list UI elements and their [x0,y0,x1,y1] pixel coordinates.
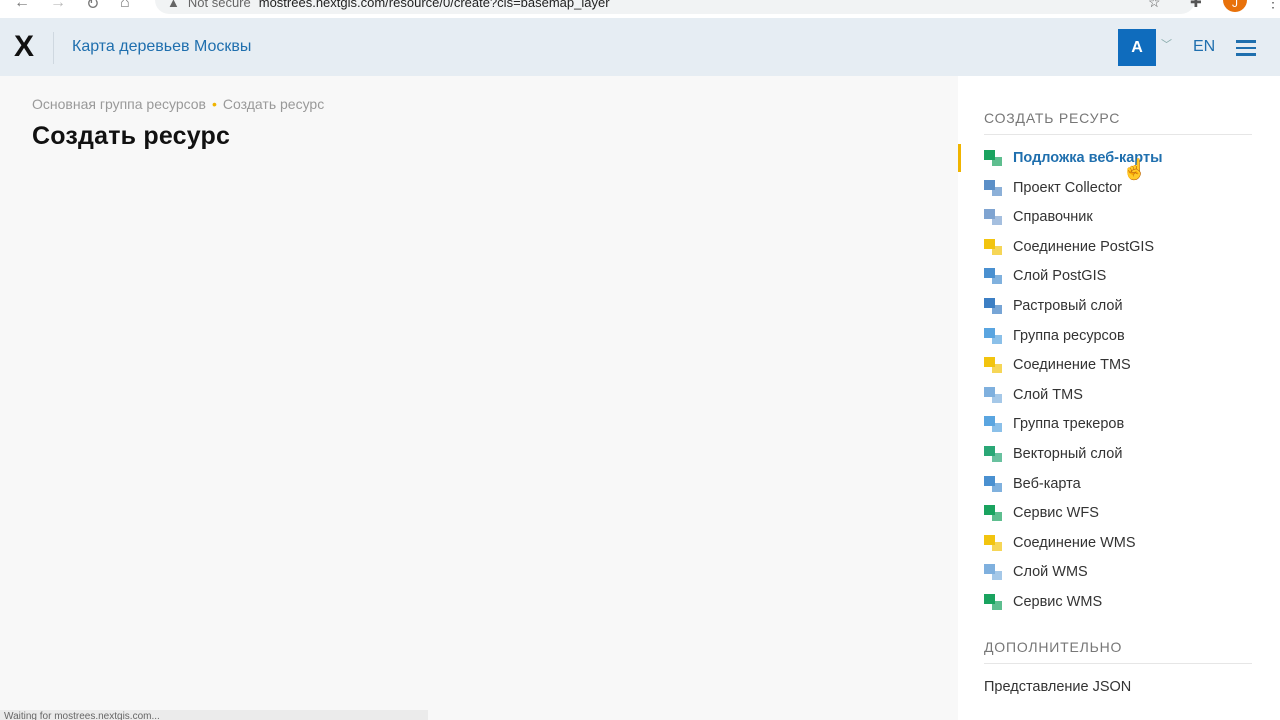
resource-type-label: Слой TMS [1013,386,1083,403]
forward-icon[interactable]: → [50,0,66,12]
tracker-group-icon [984,416,1002,433]
resource-type-item[interactable]: Соединение WMS [984,532,1136,554]
section-title-create: СОЗДАТЬ РЕСУРС [984,110,1252,135]
postgis-layer-icon [984,268,1002,285]
resource-type-item[interactable]: Растровый слой [984,295,1123,317]
resource-type-item[interactable]: Веб-карта [984,473,1081,495]
resource-type-label: Группа ресурсов [1013,327,1125,344]
resource-type-item[interactable]: Слой PostGIS [984,265,1106,287]
resource-type-item[interactable]: Сервис WMS [984,591,1102,613]
wfs-service-icon [984,505,1002,522]
wms-layer-icon [984,564,1002,581]
hamburger-menu-icon[interactable] [1236,40,1256,60]
language-switch[interactable]: EN [1193,38,1215,56]
postgis-connection-icon [984,238,1002,255]
browser-menu-icon[interactable]: ⋮ [1266,0,1280,11]
breadcrumb-current: Создать ресурс [222,96,325,112]
json-view-label: Представление JSON [984,679,1132,695]
breadcrumb: Основная группа ресурсов • Создать ресурс [32,96,324,112]
app-header: X Карта деревьев Москвы A ﹀ EN [0,18,1280,76]
reload-icon[interactable]: ↻ [86,0,99,14]
resource-type-item[interactable]: Сервис WFS [984,502,1099,524]
collector-icon [984,179,1002,196]
chevron-down-icon[interactable]: ﹀ [1161,36,1172,52]
resource-type-item[interactable]: Соединение TMS [984,354,1131,376]
resource-type-label: Веб-карта [1013,475,1081,492]
status-bar: Waiting for mostrees.nextgis.com... [0,710,428,720]
back-icon[interactable]: ← [14,0,30,12]
tms-layer-icon [984,386,1002,403]
browser-toolbar: ← → ↻ ⌂ ▲ Not secure mostrees.nextgis.co… [0,0,1280,18]
vector-layer-icon [984,446,1002,462]
profile-avatar[interactable]: J [1223,0,1247,12]
resource-type-label: Слой PostGIS [1013,268,1107,285]
resource-type-label: Сервис WMS [1013,594,1103,610]
address-bar[interactable]: ▲ Not secure mostrees.nextgis.com/resour… [155,0,1195,14]
resource-type-label: Сервис WFS [1013,505,1099,522]
wms-connection-icon [984,534,1002,551]
resource-type-item[interactable]: Слой WMS [984,561,1088,583]
resource-type-label: Векторный слой [1013,446,1123,462]
resource-type-item[interactable]: Группа ресурсов [984,325,1125,347]
security-label: Not secure [187,0,251,10]
resource-type-label: Соединение WMS [1013,534,1136,551]
lookup-table-icon [984,209,1002,226]
section-title-extra: ДОПОЛНИТЕЛЬНО [984,639,1252,664]
folder-icon [984,327,1002,344]
create-resource-sidebar: СОЗДАТЬ РЕСУРС Подложка веб-карты Проект … [958,76,1280,720]
resource-type-label: Соединение PostGIS [1013,238,1155,255]
resource-type-label: Группа трекеров [1013,416,1125,433]
resource-type-item[interactable]: Слой TMS [984,384,1083,406]
header-divider [53,32,54,64]
url-text: mostrees.nextgis.com/resource/0/create?c… [258,0,610,10]
hand-cursor-icon: ☝ [1122,159,1147,181]
resource-type-label: Слой WMS [1013,564,1088,581]
warning-icon: ▲ [167,0,180,10]
resource-type-label: Растровый слой [1013,298,1123,314]
home-icon[interactable]: ⌂ [120,0,130,12]
wms-service-icon [984,594,1002,610]
nextgis-logo[interactable]: X [14,32,34,62]
page-title: Создать ресурс [32,122,231,150]
breadcrumb-separator: • [212,96,217,112]
extensions-icon[interactable]: ✚ [1190,0,1202,11]
resource-type-item[interactable]: Соединение PostGIS [984,236,1154,258]
resource-type-item[interactable]: Векторный слой [984,443,1122,465]
resource-type-item[interactable]: Группа трекеров [984,413,1124,435]
resource-type-item[interactable]: Справочник [984,206,1093,228]
active-indicator [958,144,961,172]
user-avatar[interactable]: A [1118,29,1156,66]
breadcrumb-link[interactable]: Основная группа ресурсов [32,96,206,112]
json-view-link[interactable]: Представление JSON [984,676,1131,698]
resource-type-label: Проект Collector [1013,179,1123,196]
tms-connection-icon [984,357,1002,374]
app-title[interactable]: Карта деревьев Москвы [72,38,251,56]
resource-type-label: Справочник [1013,209,1093,226]
basemap-icon [984,150,1002,166]
bookmark-star-icon[interactable]: ☆ [1148,0,1161,11]
resource-type-label: Соединение TMS [1013,357,1131,374]
webmap-icon [984,475,1002,492]
raster-layer-icon [984,298,1002,314]
resource-type-item[interactable]: Проект Collector [984,177,1122,199]
